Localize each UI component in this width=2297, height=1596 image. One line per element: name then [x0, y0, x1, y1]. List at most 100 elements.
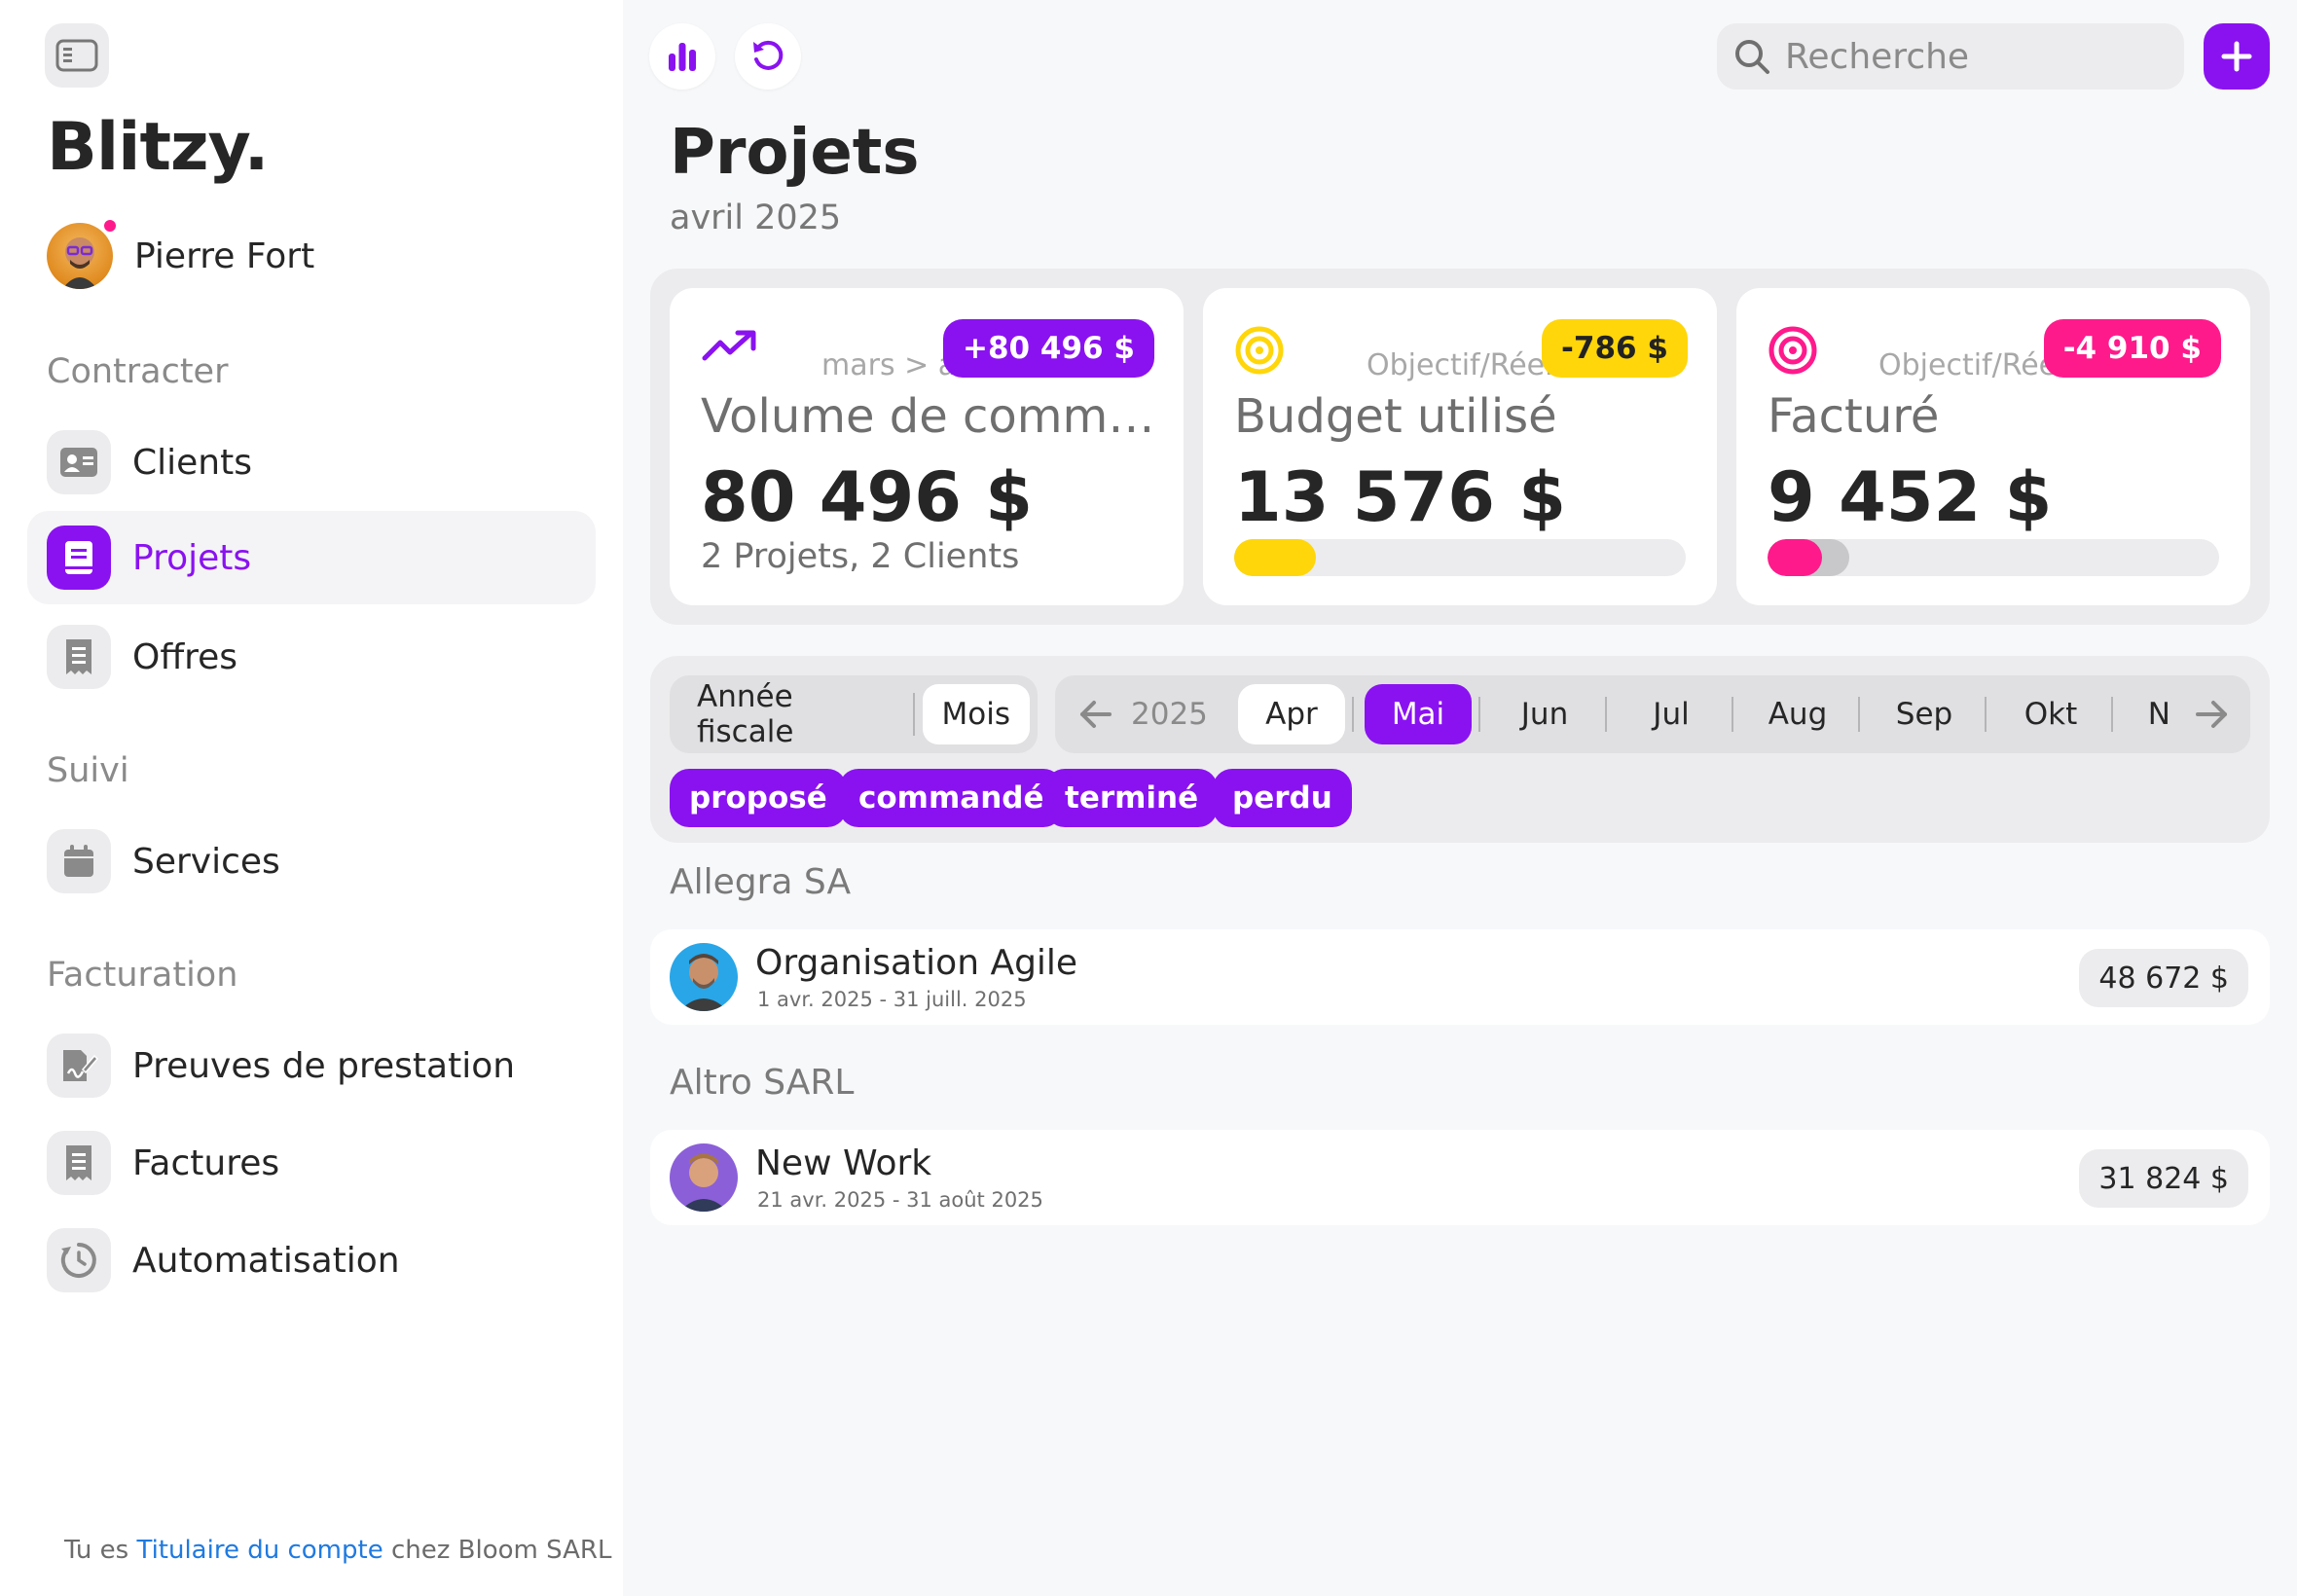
stat-label: Volume de commandes [701, 389, 1158, 444]
sidebar-item-label: Factures [132, 1143, 280, 1183]
account-role-note: Tu es Titulaire du compte chez Bloom SAR… [64, 1536, 611, 1565]
stat-card-order-volume[interactable]: mars > avr. +80 496 $ Volume de commande… [670, 288, 1184, 605]
sidebar-item-services[interactable]: Services [27, 815, 596, 908]
budget-progress-bar [1234, 539, 1686, 576]
budget-progress-fill [1234, 539, 1316, 576]
search-box[interactable] [1717, 23, 2184, 90]
brand-logo: Blitzy. [47, 109, 269, 186]
stat-card-budget[interactable]: Objectif/Réel -786 $ Budget utilisé 13 5… [1203, 288, 1717, 605]
account-role-link[interactable]: Titulaire du compte [136, 1536, 383, 1565]
project-dates: 21 avr. 2025 - 31 août 2025 [757, 1188, 1043, 1212]
period-mode-switch: Année fiscale Mois [670, 675, 1038, 753]
footer-suffix: chez Bloom SARL [390, 1536, 612, 1565]
sidebar: Blitzy. Pierre Fort Contracter Clients P… [0, 0, 623, 1596]
project-row[interactable]: New Work 21 avr. 2025 - 31 août 2025 31 … [650, 1130, 2270, 1225]
invoiced-progress-bar [1768, 539, 2219, 576]
stat-value: 9 452 $ [1768, 457, 2053, 537]
month-mai[interactable]: Mai [1365, 684, 1472, 744]
month-apr[interactable]: Apr [1238, 684, 1345, 744]
stat-badge: -786 $ [1542, 319, 1688, 378]
sidebar-item-label: Automatisation [132, 1240, 400, 1281]
search-icon [1735, 40, 1769, 74]
avatar [670, 1143, 738, 1212]
sidebar-item-label: Clients [132, 442, 252, 483]
stat-label: Facturé [1768, 389, 1940, 444]
project-amount: 31 824 $ [2079, 1149, 2248, 1208]
month-aug[interactable]: Aug [1744, 684, 1851, 744]
stat-value: 80 496 $ [701, 457, 1033, 537]
sidebar-toggle-button[interactable] [45, 23, 109, 88]
sidebar-item-offres[interactable]: Offres [27, 610, 596, 704]
month-jun[interactable]: Jun [1491, 684, 1598, 744]
avatar [47, 223, 113, 289]
project-row[interactable]: Organisation Agile 1 avr. 2025 - 31 juil… [650, 929, 2270, 1025]
sidebar-item-preuves[interactable]: Preuves de prestation [27, 1019, 596, 1112]
sidebar-item-label: Services [132, 841, 280, 882]
receipt-icon [66, 639, 91, 674]
target-icon [1768, 326, 1817, 375]
user-profile[interactable]: Pierre Fort [47, 217, 315, 290]
project-name: Organisation Agile [755, 943, 1078, 983]
target-icon [1235, 326, 1284, 375]
arrow-right-icon[interactable] [2192, 695, 2231, 734]
clock-refresh-icon [60, 1243, 96, 1278]
month-jul[interactable]: Jul [1618, 684, 1725, 744]
project-name: New Work [755, 1143, 932, 1183]
arrow-left-icon[interactable] [1076, 695, 1115, 734]
stat-label: Budget utilisé [1234, 389, 1557, 444]
mode-month[interactable]: Mois [922, 684, 1030, 744]
stat-caption: Objectif/Réel [1878, 348, 2065, 382]
section-label-suivi: Suivi [47, 751, 129, 790]
sidebar-item-label: Preuves de prestation [132, 1045, 516, 1086]
footer-prefix: Tu es [64, 1536, 129, 1565]
page-subtitle: avril 2025 [670, 199, 842, 237]
section-label-contracter: Contracter [47, 352, 229, 391]
signature-icon [63, 1050, 98, 1081]
sidebar-panel-icon [55, 39, 98, 72]
undo-refresh-icon [753, 40, 784, 70]
notification-dot [101, 217, 119, 235]
stat-badge: -4 910 $ [2043, 319, 2221, 378]
project-dates: 1 avr. 2025 - 31 juill. 2025 [757, 988, 1027, 1011]
book-icon [65, 541, 92, 574]
sidebar-item-automatisation[interactable]: Automatisation [27, 1214, 596, 1307]
client-group-label: Altro SARL [670, 1063, 855, 1103]
section-label-facturation: Facturation [47, 956, 238, 995]
invoiced-progress-fill [1768, 539, 1822, 576]
add-project-button[interactable] [2204, 23, 2270, 90]
status-filter-propose[interactable]: proposé [670, 769, 847, 827]
stat-note: 2 Projets, 2 Clients [701, 537, 1020, 576]
status-filter-commande[interactable]: commandé [839, 769, 1064, 827]
status-filter-termine[interactable]: terminé [1045, 769, 1219, 827]
invoice-icon [66, 1145, 91, 1180]
refresh-button[interactable] [735, 23, 801, 90]
status-filter-perdu[interactable]: perdu [1213, 769, 1352, 827]
stat-value: 13 576 $ [1234, 457, 1566, 537]
client-group-label: Allegra SA [670, 862, 852, 902]
month-okt[interactable]: Okt [1997, 684, 2104, 744]
stat-badge: +80 496 $ [943, 319, 1154, 378]
filter-panel: Année fiscale Mois 2025 Apr Mai Jun Jul … [650, 656, 2270, 843]
trend-up-icon [702, 330, 756, 361]
sidebar-item-clients[interactable]: Clients [27, 416, 596, 509]
user-name: Pierre Fort [134, 236, 315, 276]
bar-chart-icon [669, 43, 696, 71]
year-label: 2025 [1131, 697, 1208, 732]
sidebar-item-label: Projets [132, 537, 252, 578]
page-title: Projets [670, 117, 920, 189]
stats-view-button[interactable] [649, 23, 715, 90]
sidebar-item-projets[interactable]: Projets [27, 511, 596, 604]
month-sep[interactable]: Sep [1871, 684, 1978, 744]
calendar-icon [64, 845, 93, 877]
plus-icon [2221, 41, 2252, 72]
mode-fiscal-year[interactable]: Année fiscale [677, 679, 913, 749]
stat-card-invoiced[interactable]: Objectif/Réel -4 910 $ Facturé 9 452 $ [1736, 288, 2250, 605]
stats-panel: mars > avr. +80 496 $ Volume de commande… [650, 269, 2270, 625]
project-amount: 48 672 $ [2079, 949, 2248, 1007]
search-input[interactable] [1785, 36, 2155, 77]
stat-caption: Objectif/Réel [1367, 348, 1553, 382]
avatar [670, 943, 738, 1011]
sidebar-item-factures[interactable]: Factures [27, 1116, 596, 1210]
contact-card-icon [60, 448, 97, 477]
sidebar-item-label: Offres [132, 636, 238, 677]
